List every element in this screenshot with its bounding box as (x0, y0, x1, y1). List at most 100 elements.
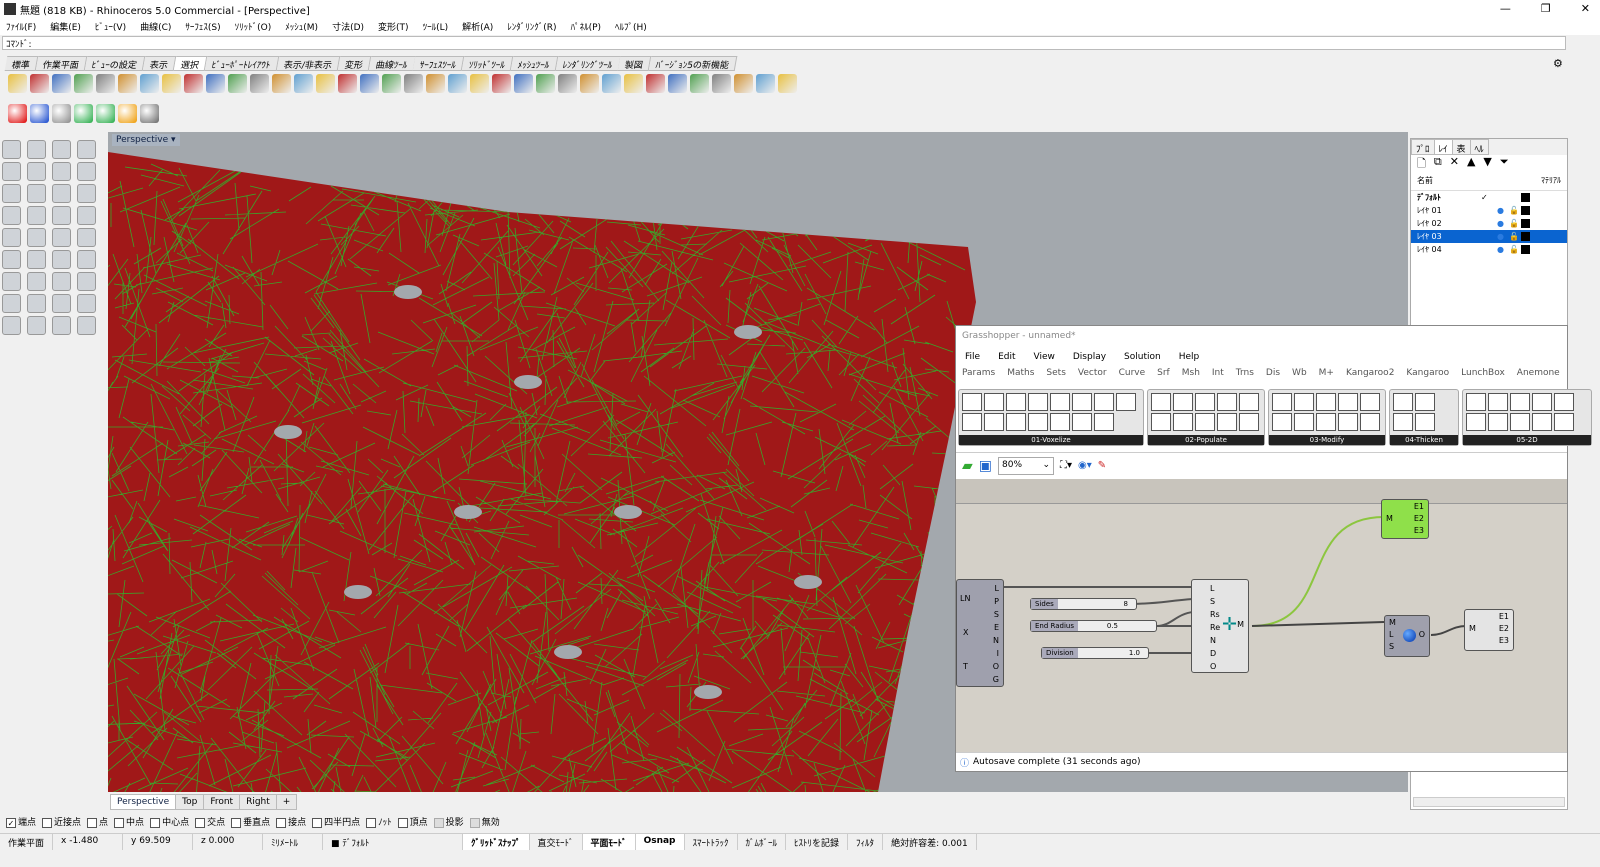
tool-icon[interactable] (514, 74, 533, 93)
mesh-edges-component-selected[interactable]: M E1 E2 E3 (1381, 499, 1429, 539)
tool-icon[interactable] (118, 74, 137, 93)
osnap-6[interactable]: 垂直点 (231, 815, 270, 828)
gh-component-icon[interactable] (1151, 413, 1171, 431)
tool-icon[interactable] (27, 140, 46, 159)
tool-icon[interactable] (2, 162, 21, 181)
toolbar-tab[interactable]: 標準 (4, 56, 39, 71)
zoom-select[interactable]: 80% ⌄ (998, 456, 1055, 475)
tool-icon[interactable] (470, 74, 489, 93)
gh-tab[interactable]: LunchBox (1461, 368, 1505, 378)
tool-icon[interactable] (77, 184, 96, 203)
osnap-7[interactable]: 接点 (276, 815, 306, 828)
move-down-icon[interactable]: ▼ (1483, 155, 1491, 171)
gh-component-icon[interactable] (1050, 393, 1070, 411)
gh-tab[interactable]: Wb (1292, 368, 1307, 378)
status-toggle[interactable]: ｽﾏｰﾄﾄﾗｯｸ (685, 834, 738, 850)
layer-color-swatch[interactable] (1521, 245, 1530, 254)
tool-icon[interactable] (338, 74, 357, 93)
tool-icon[interactable] (27, 228, 46, 247)
toolbar-tab[interactable]: ｿﾘｯﾄﾞﾂｰﾙ (461, 56, 514, 71)
tool-icon[interactable] (228, 74, 247, 93)
gh-tab[interactable]: Kangaroo (1406, 368, 1449, 378)
tool-icon[interactable] (492, 74, 511, 93)
osnap-9[interactable]: ﾉｯﾄ (366, 815, 392, 828)
tool-icon[interactable] (77, 316, 96, 335)
move-up-icon[interactable]: ▲ (1467, 155, 1475, 171)
tool-icon[interactable] (536, 74, 555, 93)
osnap-10[interactable]: 頂点 (397, 815, 428, 828)
layer-row[interactable]: ﾚｲﾔ 02 ● 🔓 (1411, 217, 1567, 230)
osnap-4[interactable]: 中心点 (150, 815, 189, 828)
gh-tab[interactable]: Sets (1046, 368, 1065, 378)
gh-component-icon[interactable] (1360, 413, 1380, 431)
checkbox[interactable] (87, 817, 98, 828)
menu-item[interactable]: ﾌｧｲﾙ(F) (6, 20, 36, 33)
zoom-extents-icon[interactable]: ⛶▾ (1060, 460, 1072, 471)
gh-component-icon[interactable] (1393, 393, 1413, 411)
preview-eye-icon[interactable]: ◉▾ (1078, 460, 1092, 471)
tool-icon[interactable] (734, 74, 753, 93)
tool-icon[interactable] (8, 74, 27, 93)
gh-tab[interactable]: Anemone (1517, 368, 1560, 378)
new-layer-icon[interactable]: 🗋 (1417, 155, 1426, 171)
gh-canvas[interactable]: LPSENIOG LN X T Sides 8 End Radius 0.5 Div… (956, 479, 1567, 752)
slider-division[interactable]: Division 1.0 (1041, 647, 1149, 659)
layer-color-swatch[interactable] (1521, 219, 1530, 228)
checkbox[interactable] (469, 817, 480, 828)
menu-item[interactable]: 編集(E) (50, 20, 81, 33)
toolbar-tab[interactable]: 表示/非表示 (276, 56, 340, 71)
tool-icon[interactable] (27, 206, 46, 225)
tool-icon[interactable] (77, 250, 96, 269)
gh-component-icon[interactable] (1151, 393, 1171, 411)
gh-tab[interactable]: Srf (1157, 368, 1170, 378)
checkbox[interactable] (231, 817, 242, 828)
tool-icon[interactable] (27, 294, 46, 313)
render-tool-icon[interactable] (30, 104, 49, 123)
tool-icon[interactable] (2, 228, 21, 247)
menu-item[interactable]: ﾚﾝﾀﾞﾘﾝｸﾞ(R) (507, 20, 556, 33)
checkbox[interactable] (366, 817, 377, 828)
gh-menu-item[interactable]: File (965, 352, 980, 362)
viewport-tab[interactable]: Front (203, 794, 241, 810)
gh-component-icon[interactable] (1338, 393, 1358, 411)
menu-item[interactable]: ﾒｯｼｭ(M) (285, 20, 318, 33)
layer-row[interactable]: ﾃﾞﾌｫﾙﾄ ✓ (1411, 191, 1567, 204)
mesh-edges-component[interactable]: M E1 E2 E3 (1464, 609, 1514, 651)
toolbar-tab[interactable]: ﾊﾞｰｼﾞｮﾝ5の新機能 (648, 56, 738, 71)
gh-component-icon[interactable] (1466, 413, 1486, 431)
tool-icon[interactable] (52, 162, 71, 181)
tool-icon[interactable] (27, 250, 46, 269)
lock-icon[interactable]: 🔓 (1509, 219, 1519, 228)
tool-icon[interactable] (52, 140, 71, 159)
gh-component-icon[interactable] (1532, 413, 1552, 431)
checkbox[interactable]: ✓ (6, 817, 16, 828)
osnap-12[interactable]: 無効 (469, 815, 500, 828)
layer-color-swatch[interactable] (1521, 206, 1530, 215)
restore-button[interactable]: ❐ (1541, 2, 1551, 15)
render-tool-icon[interactable] (52, 104, 71, 123)
gh-component-icon[interactable] (1072, 393, 1092, 411)
gh-tab[interactable]: Curve (1119, 368, 1146, 378)
tool-icon[interactable] (52, 294, 71, 313)
gh-tab[interactable]: Dis (1266, 368, 1280, 378)
menu-item[interactable]: 変形(T) (378, 20, 409, 33)
checkbox[interactable] (114, 817, 125, 828)
status-toggle[interactable]: ｶﾞﾑﾎﾞｰﾙ (738, 834, 787, 850)
gh-component-icon[interactable] (1272, 393, 1292, 411)
tool-icon[interactable] (2, 316, 21, 335)
tool-icon[interactable] (77, 294, 96, 313)
toolbar-tab[interactable]: 曲線ﾂｰﾙ (368, 56, 416, 71)
tool-icon[interactable] (184, 74, 203, 93)
layer-color-swatch[interactable] (1521, 232, 1530, 241)
gh-component-icon[interactable] (1050, 413, 1070, 431)
panel-tab[interactable]: 表 (1451, 139, 1471, 155)
toolbar-tab[interactable]: 作業平面 (35, 56, 88, 71)
save-file-icon[interactable]: ▣ (979, 458, 992, 474)
gh-component-icon[interactable] (1466, 393, 1486, 411)
toolbar-tab[interactable]: 製図 (617, 56, 652, 71)
menu-item[interactable]: 解析(A) (462, 20, 493, 33)
tool-icon[interactable] (74, 74, 93, 93)
minimize-button[interactable]: — (1500, 2, 1511, 15)
toolbar-tab[interactable]: 表示 (142, 56, 177, 71)
tool-icon[interactable] (360, 74, 379, 93)
